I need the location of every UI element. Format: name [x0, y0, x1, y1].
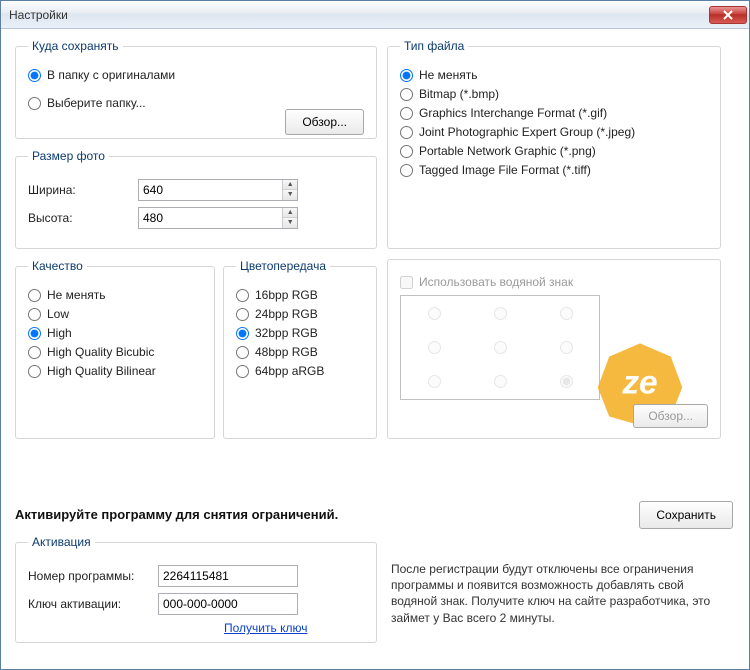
- close-button[interactable]: [709, 6, 747, 24]
- width-up-icon[interactable]: ▲: [283, 180, 297, 190]
- radio-type-keep[interactable]: [400, 69, 413, 82]
- get-key-link[interactable]: Получить ключ: [224, 621, 307, 635]
- wm-pos-6: [428, 375, 441, 388]
- file-type-legend: Тип файла: [400, 39, 468, 53]
- radio-type-keep-label: Не менять: [419, 68, 477, 82]
- radio-quality-bicubic[interactable]: [28, 346, 41, 359]
- radio-color-32-label: 32bpp RGB: [255, 326, 318, 340]
- wm-pos-8: [560, 375, 573, 388]
- radio-quality-keep-label: Не менять: [47, 288, 105, 302]
- photo-size-group: Размер фото Ширина: ▲▼ Высота: ▲▼: [15, 149, 377, 249]
- radio-quality-bilinear[interactable]: [28, 365, 41, 378]
- browse-folder-button[interactable]: Обзор...: [285, 109, 364, 135]
- radio-color-16-label: 16bpp RGB: [255, 288, 318, 302]
- watermark-checkbox: [400, 276, 413, 289]
- height-down-icon[interactable]: ▼: [283, 218, 297, 228]
- radio-type-bmp-label: Bitmap (*.bmp): [419, 87, 499, 101]
- height-label: Высота:: [28, 211, 138, 225]
- radio-color-16[interactable]: [236, 289, 249, 302]
- activation-group: Активация Номер программы: Ключ активаци…: [15, 535, 377, 643]
- width-down-icon[interactable]: ▼: [283, 190, 297, 200]
- watermark-position-grid: [400, 295, 600, 400]
- wm-pos-3: [428, 341, 441, 354]
- radio-save-originals[interactable]: [28, 69, 41, 82]
- wm-pos-1: [494, 307, 507, 320]
- activation-key-field[interactable]: [158, 593, 298, 615]
- radio-quality-high[interactable]: [28, 327, 41, 340]
- activation-legend: Активация: [28, 535, 95, 549]
- radio-save-originals-label: В папку с оригиналами: [47, 68, 175, 82]
- radio-quality-low[interactable]: [28, 308, 41, 321]
- quality-legend: Качество: [28, 259, 87, 273]
- height-input[interactable]: [139, 209, 282, 227]
- settings-window: Настройки Куда сохранять В папку с ориги…: [0, 0, 750, 670]
- photo-size-legend: Размер фото: [28, 149, 109, 163]
- color-depth-group: Цветопередача 16bpp RGB 24bpp RGB 32bpp …: [223, 259, 377, 439]
- svg-text:ze: ze: [621, 365, 657, 402]
- registration-info-text: После регистрации будут отключены все ог…: [391, 561, 727, 626]
- radio-quality-high-label: High: [47, 326, 72, 340]
- radio-type-gif-label: Graphics Interchange Format (*.gif): [419, 106, 607, 120]
- width-label: Ширина:: [28, 183, 138, 197]
- save-button[interactable]: Сохранить: [639, 501, 733, 529]
- width-input[interactable]: [139, 181, 282, 199]
- close-icon: [723, 10, 733, 20]
- radio-quality-bilinear-label: High Quality Bilinear: [47, 364, 156, 378]
- radio-type-png-label: Portable Network Graphic (*.png): [419, 144, 596, 158]
- radio-color-64[interactable]: [236, 365, 249, 378]
- radio-type-bmp[interactable]: [400, 88, 413, 101]
- client-area: Куда сохранять В папку с оригиналами Выб…: [1, 29, 749, 669]
- save-location-legend: Куда сохранять: [28, 39, 123, 53]
- radio-color-24-label: 24bpp RGB: [255, 307, 318, 321]
- window-title: Настройки: [9, 8, 68, 22]
- wm-pos-7: [494, 375, 507, 388]
- radio-save-choose[interactable]: [28, 97, 41, 110]
- watermark-browse-button: Обзор...: [633, 404, 708, 428]
- radio-color-64-label: 64bpp aRGB: [255, 364, 324, 378]
- program-id-label: Номер программы:: [28, 569, 158, 583]
- wm-pos-5: [560, 341, 573, 354]
- radio-quality-bicubic-label: High Quality Bicubic: [47, 345, 154, 359]
- file-type-group: Тип файла Не менять Bitmap (*.bmp) Graph…: [387, 39, 721, 249]
- watermark-label: Использовать водяной знак: [419, 275, 573, 289]
- radio-type-tiff[interactable]: [400, 164, 413, 177]
- radio-save-choose-label: Выберите папку...: [47, 96, 146, 110]
- radio-type-png[interactable]: [400, 145, 413, 158]
- watermark-group: Использовать водяной знак: [387, 259, 721, 439]
- radio-quality-keep[interactable]: [28, 289, 41, 302]
- radio-color-48[interactable]: [236, 346, 249, 359]
- height-spinner[interactable]: ▲▼: [138, 207, 298, 229]
- radio-type-gif[interactable]: [400, 107, 413, 120]
- radio-type-jpeg-label: Joint Photographic Expert Group (*.jpeg): [419, 125, 635, 139]
- color-depth-legend: Цветопередача: [236, 259, 330, 273]
- wm-pos-0: [428, 307, 441, 320]
- width-spinner[interactable]: ▲▼: [138, 179, 298, 201]
- radio-color-24[interactable]: [236, 308, 249, 321]
- radio-color-32[interactable]: [236, 327, 249, 340]
- radio-color-48-label: 48bpp RGB: [255, 345, 318, 359]
- activate-banner: Активируйте программу для снятия огранич…: [15, 507, 338, 522]
- save-location-group: Куда сохранять В папку с оригиналами Выб…: [15, 39, 377, 139]
- activation-key-label: Ключ активации:: [28, 597, 158, 611]
- quality-group: Качество Не менять Low High High Quality…: [15, 259, 215, 439]
- wm-pos-2: [560, 307, 573, 320]
- height-up-icon[interactable]: ▲: [283, 208, 297, 218]
- titlebar: Настройки: [1, 1, 749, 29]
- wm-pos-4: [494, 341, 507, 354]
- radio-quality-low-label: Low: [47, 307, 69, 321]
- radio-type-jpeg[interactable]: [400, 126, 413, 139]
- radio-type-tiff-label: Tagged Image File Format (*.tiff): [419, 163, 591, 177]
- program-id-field[interactable]: [158, 565, 298, 587]
